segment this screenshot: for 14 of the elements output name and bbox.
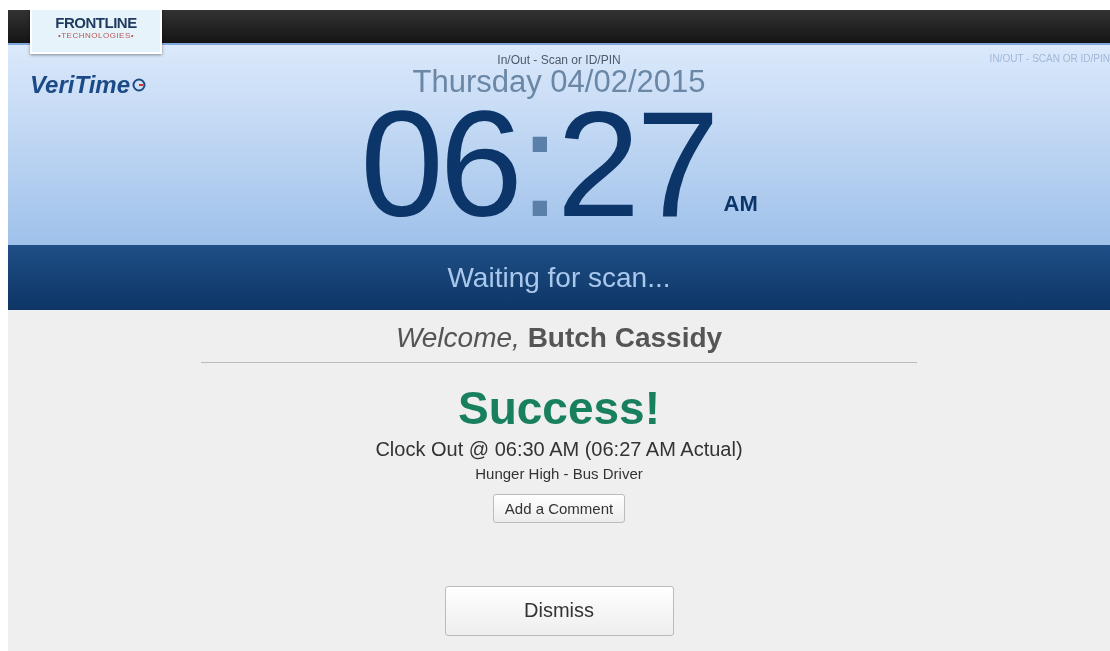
company-name: FRONTLINE — [55, 14, 137, 31]
mode-corner-label: IN/OUT - SCAN OR ID/PIN — [989, 53, 1110, 64]
status-text: Waiting for scan... — [447, 261, 671, 294]
company-tagline: •TECHNOLOGIES• — [57, 31, 135, 40]
job-label: Hunger High - Bus Driver — [475, 464, 643, 482]
mode-label: In/Out - Scan or ID/PIN — [497, 53, 621, 67]
success-title: Success! — [458, 383, 660, 434]
dismiss-button[interactable]: Dismiss — [444, 585, 674, 636]
product-logo: VeriTime — [30, 71, 147, 99]
add-comment-button[interactable]: Add a Comment — [492, 493, 626, 523]
punch-detail: Clock Out @ 06:30 AM (06:27 AM Actual) — [375, 437, 743, 461]
meridiem-label: AM — [723, 191, 758, 217]
clock-icon — [132, 78, 147, 92]
welcome-text: Welcome, Butch Cassidy — [395, 322, 723, 355]
